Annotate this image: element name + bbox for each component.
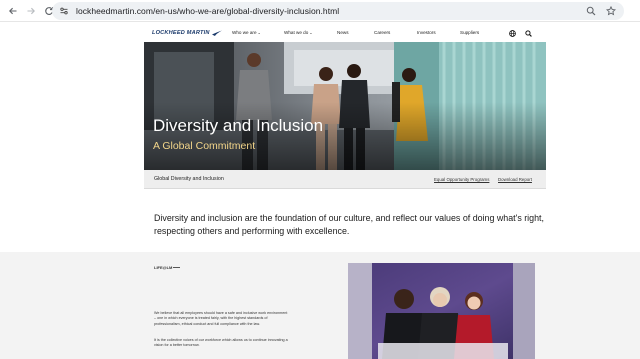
section-subnav: Global Diversity and Inclusion Equal Opp… — [144, 170, 546, 189]
menu-label: What we do — [284, 30, 309, 35]
life-at-lm-section — [0, 252, 640, 359]
globe-icon[interactable] — [507, 28, 517, 38]
lockheed-martin-logo[interactable]: LOCKHEED MARTIN — [152, 30, 222, 36]
intro-statement: Diversity and inclusion are the foundati… — [154, 213, 544, 236]
zoom-icon[interactable] — [584, 3, 598, 19]
address-bar[interactable]: lockheedmartin.com/en-us/who-we-are/glob… — [52, 2, 624, 20]
equal-opportunity-link[interactable]: Equal Opportunity Programs — [434, 177, 489, 182]
menu-news[interactable]: News — [337, 30, 349, 35]
download-report-link[interactable]: Download Report — [498, 177, 532, 182]
menu-who-we-are[interactable]: Who we are⌄ — [232, 30, 261, 35]
divider — [173, 267, 180, 268]
lower-paragraph-2: It is the collective voices of our workf… — [154, 338, 288, 348]
site-info-icon[interactable] — [57, 4, 71, 18]
lower-paragraph-1: We believe that all employees should hav… — [154, 311, 288, 326]
forward-button[interactable] — [22, 2, 40, 20]
site-header: LOCKHEED MARTIN Who we are⌄ What we do⌄ … — [144, 24, 537, 42]
hero-subtitle: A Global Commitment — [153, 140, 256, 152]
menu-what-we-do[interactable]: What we do⌄ — [284, 30, 313, 35]
subnav-title: Global Diversity and Inclusion — [154, 176, 224, 182]
url-text[interactable]: lockheedmartin.com/en-us/who-we-are/glob… — [76, 6, 339, 16]
menu-label: Who we are — [232, 30, 257, 35]
arrow-right-icon — [27, 7, 35, 14]
hero-banner: Diversity and Inclusion A Global Commitm… — [144, 42, 546, 170]
search-icon[interactable] — [523, 28, 533, 38]
menu-investors[interactable]: Investors — [417, 30, 436, 35]
chevron-down-icon: ⌄ — [309, 30, 313, 35]
logo-star-icon — [211, 30, 222, 36]
back-button[interactable] — [4, 2, 22, 20]
hero-title: Diversity and Inclusion — [153, 116, 324, 135]
menu-careers[interactable]: Careers — [374, 30, 390, 35]
logo-text: LOCKHEED MARTIN — [152, 30, 210, 36]
bookmark-star-icon[interactable] — [604, 3, 618, 19]
browser-toolbar: lockheedmartin.com/en-us/who-we-are/glob… — [0, 0, 640, 22]
employees-photo — [348, 263, 535, 359]
menu-suppliers[interactable]: Suppliers — [460, 30, 479, 35]
arrow-left-icon — [9, 7, 17, 14]
chevron-down-icon: ⌄ — [257, 30, 261, 35]
life-at-lm-label: LIFE@LM — [154, 265, 173, 270]
